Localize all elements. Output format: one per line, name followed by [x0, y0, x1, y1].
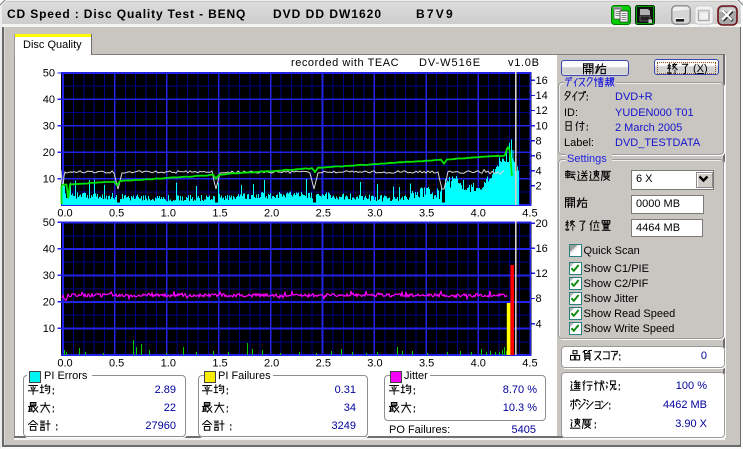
- svg-text:12: 12: [536, 268, 548, 280]
- svg-text:1.5: 1.5: [212, 358, 227, 370]
- svg-text:16: 16: [536, 75, 548, 87]
- svg-text:2.5: 2.5: [316, 208, 331, 220]
- svg-text:10: 10: [536, 120, 548, 132]
- svg-text:3.0: 3.0: [367, 358, 382, 370]
- svg-text:2.0: 2.0: [264, 358, 279, 370]
- svg-text:50: 50: [43, 68, 55, 80]
- svg-text:0.0: 0.0: [57, 358, 72, 370]
- svg-text:v1.0B: v1.0B: [508, 57, 540, 69]
- svg-text:40: 40: [43, 94, 55, 106]
- svg-text:3.5: 3.5: [419, 208, 434, 220]
- svg-text:40: 40: [43, 244, 55, 256]
- svg-text:4: 4: [536, 166, 542, 178]
- svg-text:1.0: 1.0: [161, 208, 176, 220]
- svg-text:10: 10: [43, 323, 55, 335]
- svg-text:4.5: 4.5: [522, 208, 537, 220]
- svg-text:0.5: 0.5: [109, 208, 124, 220]
- svg-text:3.5: 3.5: [419, 358, 434, 370]
- svg-text:2: 2: [536, 181, 542, 193]
- svg-text:50: 50: [43, 217, 55, 229]
- svg-text:3.0: 3.0: [367, 208, 382, 220]
- svg-text:1.0: 1.0: [161, 358, 176, 370]
- svg-text:4.0: 4.0: [471, 358, 486, 370]
- svg-text:0.5: 0.5: [109, 358, 124, 370]
- svg-text:20: 20: [536, 218, 548, 230]
- svg-text:30: 30: [43, 270, 55, 282]
- svg-text:8: 8: [536, 135, 542, 147]
- svg-text:20: 20: [43, 297, 55, 309]
- svg-text:30: 30: [43, 121, 55, 133]
- svg-text:2.5: 2.5: [316, 358, 331, 370]
- svg-text:8: 8: [536, 293, 542, 305]
- svg-text:4.0: 4.0: [471, 208, 486, 220]
- svg-text:10: 10: [43, 173, 55, 185]
- svg-text:0.0: 0.0: [57, 208, 72, 220]
- svg-text:DV-W516E: DV-W516E: [419, 57, 481, 69]
- svg-text:12: 12: [536, 105, 548, 117]
- svg-text:1.5: 1.5: [212, 208, 227, 220]
- svg-text:14: 14: [536, 90, 548, 102]
- svg-text:4: 4: [536, 318, 542, 330]
- svg-text:6: 6: [536, 150, 542, 162]
- svg-text:2.0: 2.0: [264, 208, 279, 220]
- svg-text:recorded with TEAC: recorded with TEAC: [291, 57, 399, 69]
- svg-text:20: 20: [43, 147, 55, 159]
- svg-text:16: 16: [536, 243, 548, 255]
